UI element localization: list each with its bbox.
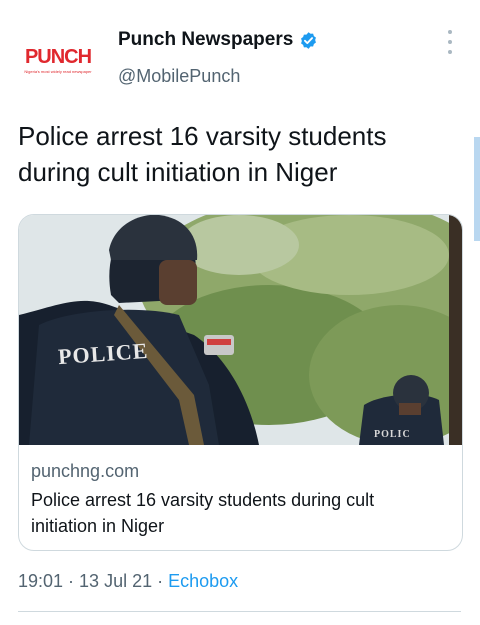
more-options-icon[interactable] [445,30,455,54]
verified-badge-icon [299,31,318,50]
display-name-text: Punch Newspapers [118,29,294,50]
user-handle[interactable]: @MobilePunch [118,66,240,87]
avatar[interactable]: PUNCH Nigeria's most widely read newspap… [20,30,96,90]
card-domain: punchng.com [31,461,140,481]
meta-separator: · [63,571,80,591]
scrollbar[interactable] [474,137,480,241]
meta-separator: · [152,571,169,591]
link-card[interactable]: POLICE POLIC punchng.com Police arrest 1… [18,214,463,551]
card-title: Police arrest 16 varsity students during… [31,490,375,536]
punch-logo: PUNCH [24,45,92,68]
logo-tagline: Nigeria's most widely read newspaper [24,68,92,74]
tweet-time: 19:01 [18,571,64,591]
tweet-date: 13 Jul 21 [79,571,153,591]
divider [18,611,461,612]
tweet-source-link[interactable]: Echobox [168,571,238,591]
tweet-text: Police arrest 16 varsity students during… [18,121,387,187]
card-image: POLICE POLIC [19,215,462,445]
display-name[interactable]: Punch Newspapers [118,29,318,51]
tweet-meta: 19:01 · 13 Jul 21 · Echobox [18,571,238,592]
police-vest-text-2: POLIC [374,429,411,440]
